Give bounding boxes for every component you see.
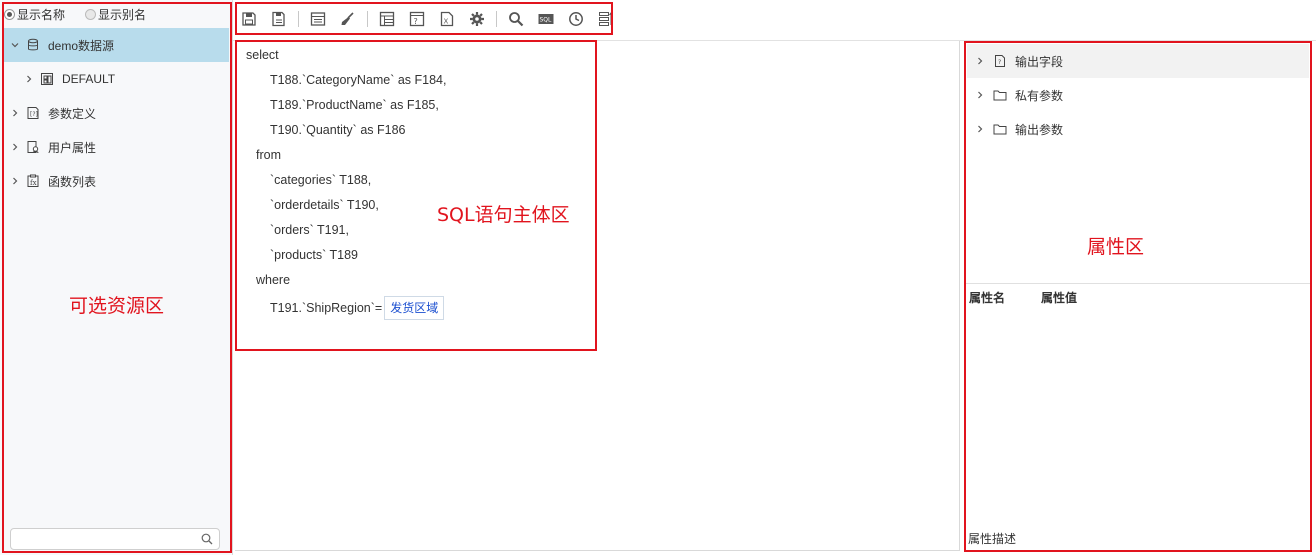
radio-show-name[interactable]: 显示名称 (4, 6, 65, 23)
tree-item-user-attributes[interactable]: 用户属性 (4, 130, 229, 164)
user-attribute-icon (26, 140, 40, 154)
chevron-right-icon[interactable] (10, 176, 20, 186)
toolbar-highlight (235, 2, 613, 35)
function-icon: fx (26, 174, 40, 188)
resource-search-box[interactable] (10, 528, 220, 550)
parameter-icon: [?] (26, 106, 40, 120)
tree-item-label: 函数列表 (48, 174, 97, 189)
display-mode-radios: 显示名称 显示别名 (4, 6, 166, 22)
schema-icon (40, 72, 54, 86)
resource-search-input[interactable] (17, 529, 197, 549)
tree-item-functions[interactable]: fx 函数列表 (4, 164, 229, 198)
chevron-down-icon[interactable] (10, 40, 20, 50)
tree-item-datasource[interactable]: demo数据源 (4, 28, 229, 62)
database-icon (26, 38, 40, 52)
sql-area-highlight (235, 40, 597, 351)
tree-item-label: DEFAULT (62, 72, 116, 86)
tree-item-parameters[interactable]: [?] 参数定义 (4, 96, 229, 130)
tree-item-label: 参数定义 (48, 106, 97, 121)
tree-item-default-schema[interactable]: DEFAULT (4, 62, 229, 96)
sql-area-annotation: SQL语句主体区 (437, 204, 570, 226)
tree-item-label: demo数据源 (48, 38, 115, 53)
radio-show-alias-label: 显示别名 (98, 7, 147, 22)
chevron-right-icon[interactable] (24, 74, 34, 84)
chevron-right-icon[interactable] (10, 142, 20, 152)
resource-tree: demo数据源 DEFAULT [?] 参数定义 用户属性 fx 函数列表 (4, 28, 229, 198)
tree-item-label: 用户属性 (48, 140, 97, 155)
radio-checked-icon (4, 8, 15, 20)
radio-show-name-label: 显示名称 (17, 7, 66, 22)
radio-unchecked-icon (85, 8, 97, 20)
svg-text:fx: fx (30, 179, 37, 187)
svg-text:[?]: [?] (30, 111, 38, 118)
chevron-right-icon[interactable] (10, 108, 20, 118)
search-icon[interactable] (201, 533, 213, 545)
resource-panel: 显示名称 显示别名 demo数据源 DEFAULT [?] 参数定义 用户属性 (0, 0, 233, 555)
property-area-highlight (964, 41, 1312, 552)
resource-area-annotation: 可选资源区 (69, 295, 165, 317)
radio-show-alias[interactable]: 显示别名 (85, 6, 146, 23)
